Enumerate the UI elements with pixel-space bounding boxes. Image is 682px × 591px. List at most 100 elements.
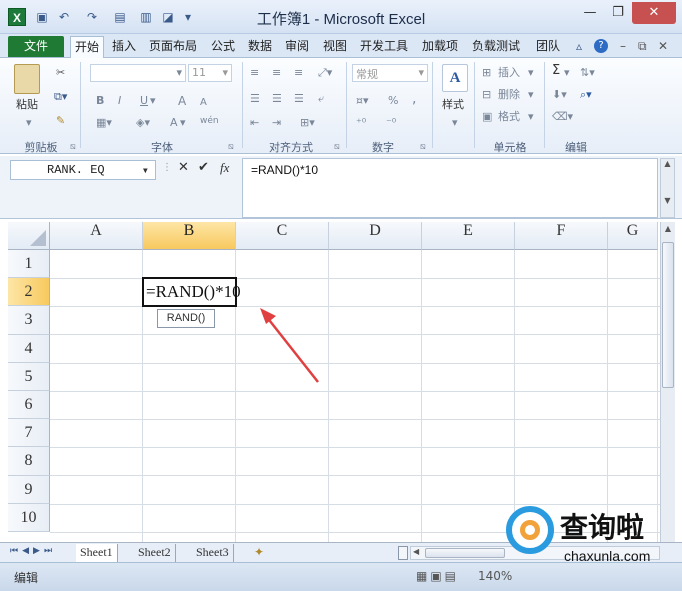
row-header-9[interactable]: 9 <box>8 475 50 504</box>
borders-icon[interactable]: ▦▾ <box>96 116 112 130</box>
phonetic-button[interactable]: wén <box>200 114 219 128</box>
orientation-icon[interactable]: ⤢▾ <box>318 66 332 80</box>
clear-icon[interactable]: ⌫▾ <box>552 110 573 124</box>
tab-page-layout[interactable]: 页面布局 <box>149 38 197 58</box>
scroll-left-icon[interactable]: ◀ <box>413 547 419 556</box>
copy-icon[interactable]: ⧉▾ <box>54 90 67 104</box>
worksheet-grid[interactable]: ABCDEFG 1 2 3 4 5 6 7 8 9 10 =RAND()*10 RAND() <box>8 222 660 542</box>
view-mode-icons[interactable]: ▦▣▤ <box>416 569 459 583</box>
scroll-down-icon[interactable]: ▼ <box>661 196 674 205</box>
tab-team[interactable]: 团队 <box>536 38 560 58</box>
row-header-4[interactable]: 4 <box>8 334 50 363</box>
format-painter-icon[interactable]: ✎ <box>56 114 65 128</box>
comma-button[interactable]: , <box>412 92 416 106</box>
formula-bar-resize-icon[interactable]: ⋮ <box>162 162 172 178</box>
find-select-icon[interactable]: ⌕▾ <box>580 88 592 102</box>
minimize-button[interactable]: — <box>576 2 604 24</box>
tab-file[interactable]: 文件 <box>8 36 64 57</box>
column-header-b[interactable]: B <box>143 222 236 250</box>
column-header-a[interactable]: A <box>50 222 143 250</box>
fill-icon[interactable]: ⬇▾ <box>552 88 567 102</box>
decrease-decimal-icon[interactable]: ⁻⁰ <box>386 116 396 130</box>
tab-addins[interactable]: 加载项 <box>422 38 458 58</box>
alignment-launcher-icon[interactable]: ⧅ <box>334 140 340 154</box>
tab-formulas[interactable]: 公式 <box>211 38 235 58</box>
font-color-dropdown-icon[interactable]: ▾ <box>180 116 186 130</box>
tab-split-handle[interactable] <box>398 546 408 560</box>
align-left-icon[interactable]: ☰ <box>250 92 260 106</box>
column-header-e[interactable]: E <box>422 222 515 250</box>
cut-icon[interactable]: ✂ <box>56 66 65 80</box>
font-name-field[interactable]: ▾ <box>90 64 186 82</box>
row-header-7[interactable]: 7 <box>8 419 50 448</box>
insert-cells-icon[interactable]: ⊞ <box>482 66 491 80</box>
shrink-font-button[interactable]: A <box>200 96 207 110</box>
column-header-g[interactable]: G <box>608 222 658 250</box>
formula-bar-scrollbar[interactable]: ▲ ▼ <box>660 158 675 218</box>
formula-input[interactable]: =RAND()*10 <box>242 158 658 218</box>
format-cells-icon[interactable]: ▣ <box>482 110 492 124</box>
tab-load-test[interactable]: 负载测试 <box>472 38 520 58</box>
wrap-text-icon[interactable]: ⤶ <box>318 92 324 106</box>
paste-button[interactable]: 粘贴 <box>16 98 38 112</box>
insert-dropdown-icon[interactable]: ▾ <box>528 66 534 80</box>
align-center-icon[interactable]: ☰ <box>272 92 282 106</box>
insert-function-icon[interactable]: fx <box>220 160 229 176</box>
tab-home[interactable]: 开始 <box>70 36 105 58</box>
paste-icon[interactable] <box>14 64 40 94</box>
row-header-6[interactable]: 6 <box>8 391 50 420</box>
ribbon-minimize-icon[interactable]: ▵ <box>576 38 582 58</box>
align-right-icon[interactable]: ☰ <box>294 92 304 106</box>
underline-button[interactable]: U <box>140 94 148 108</box>
cancel-entry-icon[interactable]: ✕ <box>178 160 189 175</box>
styles-dropdown-icon[interactable]: ▾ <box>452 116 458 130</box>
decrease-indent-icon[interactable]: ⇤ <box>250 116 259 130</box>
help-icon[interactable]: ? <box>594 39 608 53</box>
scroll-thumb[interactable] <box>662 242 674 388</box>
bold-button[interactable]: B <box>96 94 104 108</box>
styles-button[interactable]: 样式 <box>442 98 464 112</box>
increase-indent-icon[interactable]: ⇥ <box>272 116 281 130</box>
tab-data[interactable]: 数据 <box>248 38 272 58</box>
currency-icon[interactable]: ¤▾ <box>356 94 369 108</box>
delete-cells-button[interactable]: 删除 <box>498 88 520 102</box>
tab-review[interactable]: 审阅 <box>285 38 309 58</box>
doc-minimize-icon[interactable]: – <box>620 38 626 58</box>
row-header-3[interactable]: 3 <box>8 306 50 335</box>
row-header-10[interactable]: 10 <box>8 503 50 532</box>
row-header-2[interactable]: 2 <box>8 278 50 307</box>
autosum-dropdown-icon[interactable]: ▾ <box>564 66 570 80</box>
sheet-nav-icons[interactable]: ⏮◀▶⏭ <box>10 546 56 556</box>
insert-sheet-icon[interactable]: ✦ <box>254 545 264 559</box>
horizontal-scroll-thumb[interactable] <box>425 548 505 558</box>
row-header-5[interactable]: 5 <box>8 362 50 391</box>
delete-cells-icon[interactable]: ⊟ <box>482 88 491 102</box>
tab-insert[interactable]: 插入 <box>112 38 136 58</box>
delete-dropdown-icon[interactable]: ▾ <box>528 88 534 102</box>
align-bottom-icon[interactable]: ≡ <box>294 66 303 80</box>
underline-dropdown-icon[interactable]: ▾ <box>150 94 156 108</box>
format-dropdown-icon[interactable]: ▾ <box>528 110 534 124</box>
column-header-c[interactable]: C <box>236 222 329 250</box>
clipboard-launcher-icon[interactable]: ⧅ <box>70 140 76 154</box>
sheet-tab-1[interactable]: Sheet1 <box>76 544 118 562</box>
sort-filter-icon[interactable]: ⇅▾ <box>580 66 595 80</box>
confirm-entry-icon[interactable]: ✔ <box>198 160 209 175</box>
number-format-field[interactable]: 常规 ▾ <box>352 64 428 82</box>
paste-dropdown-icon[interactable]: ▾ <box>26 116 32 130</box>
align-middle-icon[interactable]: ≡ <box>272 66 281 80</box>
select-all-button[interactable] <box>8 222 50 250</box>
grow-font-button[interactable]: A <box>178 94 186 108</box>
format-cells-button[interactable]: 格式 <box>498 110 520 124</box>
vertical-scrollbar[interactable]: ▲ <box>660 222 675 542</box>
insert-cells-button[interactable]: 插入 <box>498 66 520 80</box>
font-size-field[interactable]: 11 ▾ <box>188 64 232 82</box>
merge-center-icon[interactable]: ⊞▾ <box>300 116 315 130</box>
close-button[interactable]: ✕ <box>632 2 676 24</box>
scroll-up-icon[interactable]: ▲ <box>661 159 674 168</box>
autosum-button[interactable]: Σ <box>552 64 560 78</box>
increase-decimal-icon[interactable]: ⁺⁰ <box>356 116 366 130</box>
name-box[interactable]: RANK. EQ ▾ <box>10 160 156 180</box>
font-color-button[interactable]: A <box>170 116 178 130</box>
doc-restore-icon[interactable]: ⧉ <box>638 38 647 58</box>
